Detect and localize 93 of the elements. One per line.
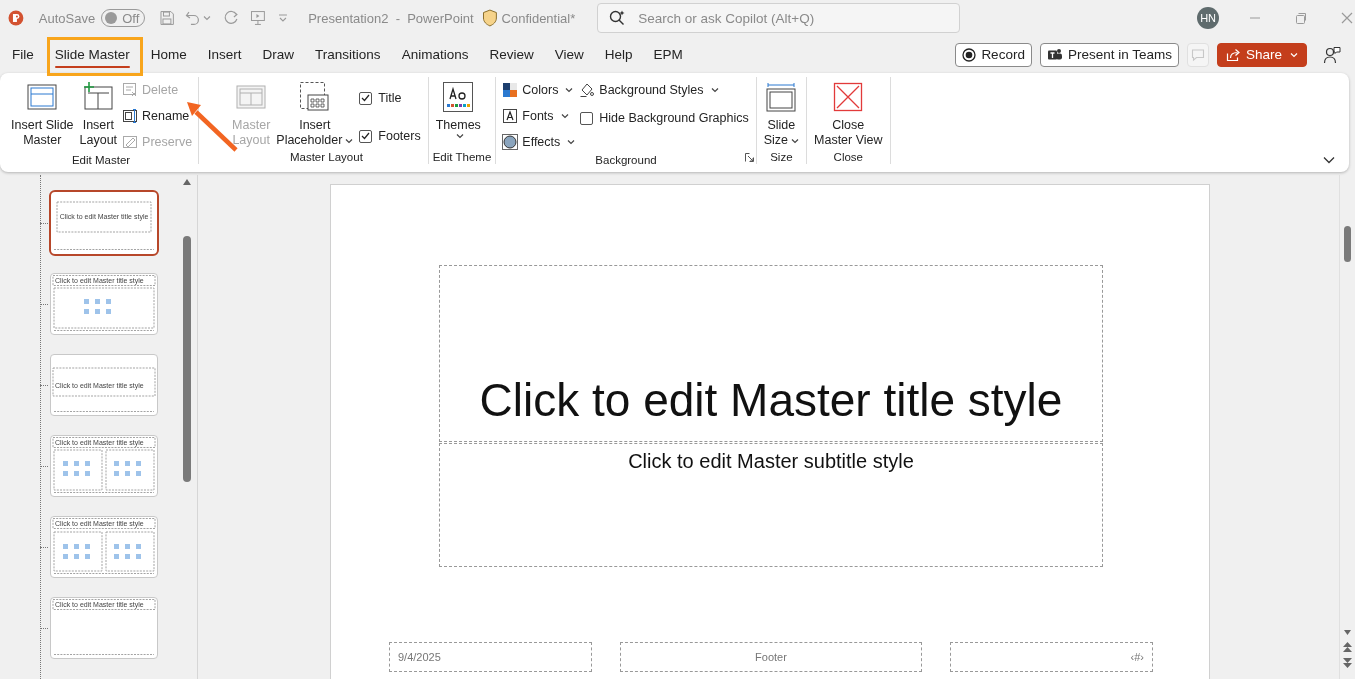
ribbon-button-icon (765, 81, 798, 113)
teams-icon (1046, 47, 1063, 62)
content-icons-drawing (63, 544, 90, 559)
checkbox[interactable]: Hide Background Graphics (577, 105, 752, 131)
content-icons-drawing (114, 461, 141, 476)
checkbox-box[interactable] (359, 91, 373, 105)
undo-icon[interactable] (184, 10, 201, 26)
user-avatar[interactable]: HN (1197, 7, 1219, 29)
group-label: Edit Master (71, 153, 131, 167)
ribbon-button[interactable]: Colors (500, 79, 578, 101)
ribbon-tab[interactable]: Review (481, 38, 542, 71)
restore-icon[interactable] (1293, 10, 1309, 26)
content-icons-drawing (114, 544, 141, 559)
autosave-label: AutoSave (38, 10, 96, 26)
ribbon-button[interactable]: Close Master View (811, 79, 886, 150)
ribbon-button-icon (579, 82, 596, 98)
window-title: Presentation2 - PowerPoint (308, 10, 474, 26)
customize-icon[interactable] (278, 13, 289, 23)
checkbox-box[interactable] (580, 111, 594, 125)
chevron-down-icon[interactable] (202, 15, 211, 21)
ribbon-tab[interactable]: Transitions (307, 38, 389, 71)
presentation-icon[interactable] (250, 10, 267, 26)
ribbon-tab[interactable]: Slide Master (46, 38, 138, 71)
ribbon-button[interactable]: Background Styles (577, 79, 752, 101)
ribbon-button-icon (82, 81, 115, 113)
ribbon-button-icon (122, 134, 139, 150)
chevron-down-icon (1290, 51, 1298, 58)
subtitle-placeholder[interactable]: Click to edit Master subtitle style (439, 443, 1103, 567)
collapse-ribbon-icon[interactable] (1323, 156, 1335, 164)
ribbon-button[interactable]: Effects (500, 131, 578, 153)
title-placeholder[interactable]: Click to edit Master title style (439, 265, 1103, 442)
redo-icon[interactable] (222, 10, 239, 26)
slide-subtitle: Click to edit Master subtitle style (628, 451, 914, 474)
close-icon[interactable] (1339, 10, 1355, 26)
save-icon[interactable] (158, 10, 175, 26)
ribbon-button-icon (298, 81, 331, 113)
ribbon-button[interactable]: Slide Size (760, 79, 802, 150)
group-label: Size (770, 150, 793, 164)
app-logo-icon (8, 10, 24, 26)
ribbon-tab[interactable]: Insert (199, 38, 250, 71)
scrollbar-thumb[interactable] (1344, 226, 1351, 262)
next-slide-icon[interactable] (1343, 658, 1352, 669)
ribbon-tab[interactable]: EPM (645, 38, 691, 71)
ribbon-button[interactable]: Themes (432, 79, 484, 141)
ribbon-button[interactable]: Rename (120, 105, 195, 127)
ribbon-button-icon (832, 81, 865, 113)
ribbon-button-icon (502, 134, 519, 150)
date-text: 9/4/2025 (398, 651, 441, 663)
ribbon-tab[interactable]: Home (142, 38, 195, 71)
share-button[interactable]: Share (1216, 42, 1307, 67)
ribbon-button[interactable]: Insert Layout (76, 79, 121, 150)
checkmark-icon (361, 132, 371, 140)
content-icons-drawing (63, 461, 90, 476)
scroll-up-icon[interactable] (182, 178, 192, 186)
slide-number-placeholder[interactable]: ‹#› (950, 642, 1153, 672)
checkbox[interactable]: Footers (356, 123, 424, 149)
person-feedback-icon[interactable] (1323, 45, 1341, 64)
ribbon-button-icon (442, 81, 475, 113)
share-icon (1225, 47, 1241, 62)
scrollbar-thumb[interactable] (183, 236, 191, 482)
group-label: Master Layout (289, 150, 363, 164)
comment-icon (1190, 47, 1205, 62)
ribbon-tab[interactable]: View (546, 38, 592, 71)
ribbon-button-icon (122, 108, 139, 124)
content-icons-drawing (84, 299, 111, 314)
present-in-teams-button[interactable]: Present in Teams (1039, 42, 1179, 67)
ribbon-button[interactable]: Insert Slide Master (8, 79, 77, 150)
footer-placeholder[interactable]: Footer (620, 642, 922, 672)
group-label: Background (595, 153, 657, 167)
record-button[interactable]: Record (955, 42, 1032, 67)
checkmark-icon (361, 94, 371, 102)
checkbox[interactable]: Title (356, 85, 424, 111)
slide-number-text: ‹#› (1130, 651, 1144, 663)
group-label: Close (833, 150, 863, 164)
dialog-launcher-icon[interactable] (744, 153, 754, 162)
ribbon-button-icon (26, 81, 59, 113)
date-placeholder[interactable]: 9/4/2025 (389, 642, 592, 672)
ribbon-button-icon (502, 108, 519, 124)
ribbon-tab[interactable]: Animations (393, 38, 477, 71)
footer-text: Footer (755, 651, 787, 663)
ribbon-button-icon (122, 82, 139, 98)
ribbon-tab[interactable]: Help (596, 38, 641, 71)
ribbon-button[interactable]: Fonts (500, 105, 578, 127)
ribbon-button[interactable]: Insert Placeholder (273, 79, 357, 150)
scroll-down-icon[interactable] (1343, 629, 1352, 636)
shield-icon (481, 9, 498, 27)
previous-slide-icon[interactable] (1343, 642, 1352, 653)
ribbon-tab[interactable]: File (4, 38, 42, 71)
group-label: Edit Theme (432, 150, 492, 164)
ribbon-tab[interactable]: Draw (254, 38, 303, 71)
ribbon-button-icon (502, 82, 519, 98)
record-icon (962, 47, 977, 62)
checkbox-box[interactable] (359, 129, 373, 143)
